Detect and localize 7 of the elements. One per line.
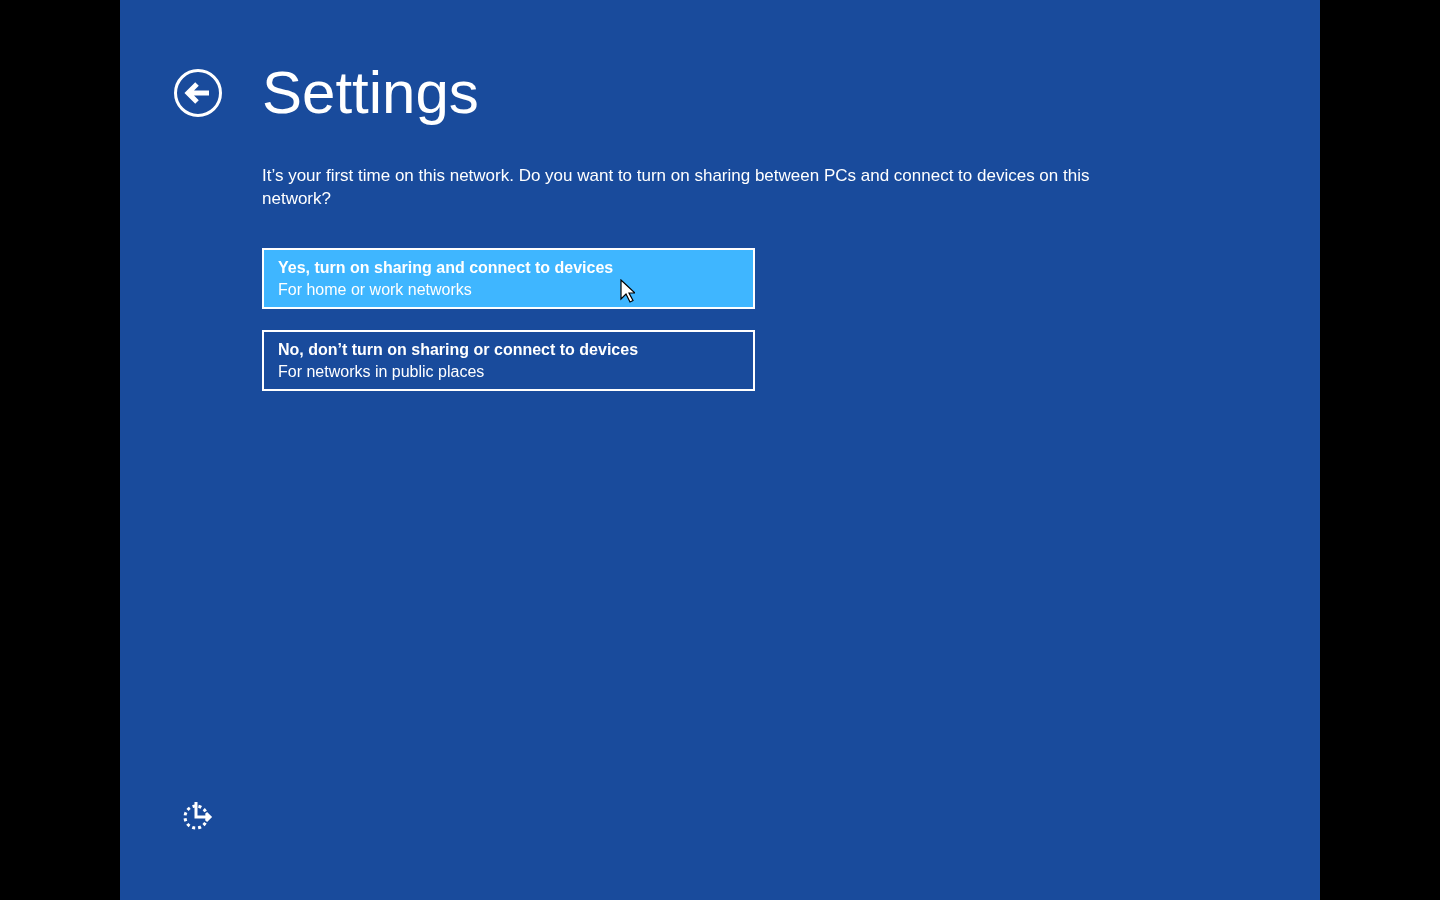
page-title: Settings xyxy=(262,58,479,128)
mouse-pointer-icon xyxy=(620,279,635,303)
ease-of-access-icon xyxy=(182,801,214,831)
network-sharing-question: It’s your first time on this network. Do you want to turn on sharing between PCs and connect to devices on this network? xyxy=(262,165,1091,210)
sharing-option[interactable]: No, don’t turn on sharing or connect to devices For networks in public places xyxy=(262,330,755,391)
ease-of-access-button[interactable] xyxy=(182,800,214,832)
back-button[interactable] xyxy=(173,68,223,118)
